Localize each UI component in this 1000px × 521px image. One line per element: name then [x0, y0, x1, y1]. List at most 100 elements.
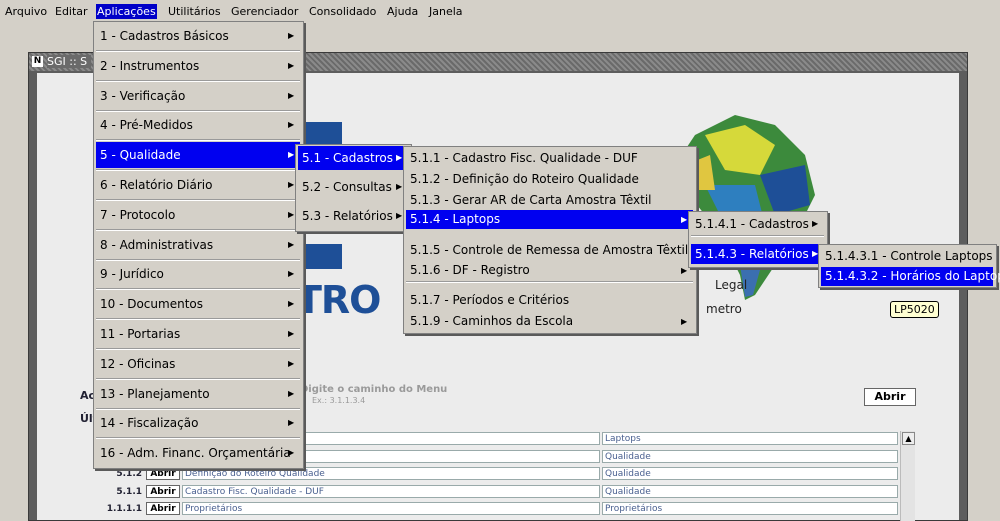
relatorios-menu-item[interactable]: 5.1.4.3.2 - Horários do Laptop — [821, 267, 1000, 286]
relatorios-menu-item[interactable]: 5.1.4.3.1 - Controle Laptops — [821, 247, 993, 266]
qualidade-menu-item-label: 5.2 - Consultas — [302, 180, 392, 194]
cadastros-menu-item-label: 5.1.9 - Caminhos da Escola — [410, 314, 574, 328]
cadastros-menu-item[interactable]: 5.1.2 - Definição do Roteiro Qualidade — [406, 170, 693, 189]
cadastros-menu-item[interactable]: 5.1.4 - Laptops ▶ — [406, 210, 693, 229]
chevron-right-icon: ▶ — [288, 329, 295, 338]
menu-utilitarios[interactable]: Utilitários — [167, 4, 222, 19]
aplicacoes-menu-item[interactable]: 11 - Portarias ▶ — [96, 321, 300, 347]
chevron-right-icon: ▶ — [288, 299, 295, 309]
cadastros-menu-item-label: 5.1.6 - DF - Registro — [410, 263, 530, 277]
aplicacoes-menu-item-label: 12 - Oficinas — [100, 356, 176, 371]
menu-aplicacoes-dropdown: 1 - Cadastros Básicos ▶ 2 - Instrumentos ▶ 3… — [93, 21, 304, 469]
chevron-right-icon: ▶ — [288, 448, 295, 458]
aplicacoes-menu-item[interactable]: 9 - Jurídico ▶ — [96, 261, 300, 287]
menu-aplicacoes[interactable]: Aplicações — [96, 4, 157, 19]
row-abrir-button[interactable]: Abrir — [146, 484, 180, 498]
qualidade-menu-item-label: 5.1 - Cadastros — [302, 151, 393, 165]
scrollbar[interactable]: ▲ — [900, 431, 915, 521]
aplicacoes-menu-item[interactable]: 12 - Oficinas ▶ — [96, 351, 300, 377]
chevron-right-icon: ▶ — [288, 209, 295, 219]
chevron-right-icon: ▶ — [681, 317, 688, 326]
cadastros-menu-item[interactable]: 5.1.7 - Períodos e Critérios — [406, 291, 693, 310]
laptops-menu-item[interactable]: 5.1.4.1 - Cadastros ▶ — [691, 214, 824, 234]
cadastros-menu-item[interactable]: 5.1.3 - Gerar AR de Carta Amostra Têxtil — [406, 191, 693, 210]
menu-bar: Arquivo Editar Aplicações Utilitários Ge… — [0, 0, 1000, 22]
table-row: 5.1.2 Abrir Definição do Roteiro Qualidade… — [0, 467, 1000, 481]
row-name: Proprietários — [182, 502, 600, 515]
menu-separator — [691, 235, 824, 237]
chevron-right-icon: ▶ — [288, 90, 295, 100]
brand-metro-text: metro — [706, 302, 742, 316]
aplicacoes-menu-item[interactable]: 8 - Administrativas ▶ — [96, 232, 300, 258]
cadastros-menu-item[interactable]: 5.1.9 - Caminhos da Escola ▶ — [406, 312, 693, 331]
cadastros-menu-item[interactable]: 5.1.6 - DF - Registro ▶ — [406, 261, 693, 280]
chevron-right-icon: ▶ — [288, 31, 295, 40]
aplicacoes-menu-item-label: 3 - Verificação — [100, 88, 186, 103]
menu-ajuda[interactable]: Ajuda — [386, 4, 419, 19]
aplicacoes-menu-item[interactable]: 5 - Qualidade ▶ — [96, 142, 300, 169]
aplicacoes-menu-item[interactable]: 2 - Instrumentos ▶ — [96, 53, 300, 79]
aplicacoes-menu-item[interactable]: 7 - Protocolo ▶ — [96, 202, 300, 228]
aplicacoes-menu-item-label: 16 - Adm. Financ. Orçamentária — [100, 446, 291, 461]
brand-legal-text: Legal — [715, 278, 748, 292]
aplicacoes-menu-item-label: 14 - Fiscalização — [100, 416, 199, 431]
menu-arquivo[interactable]: Arquivo — [4, 4, 48, 19]
chevron-right-icon: ▶ — [288, 239, 295, 249]
scroll-up-icon[interactable]: ▲ — [902, 432, 915, 445]
cadastros-menu-item-label: 5.1.7 - Períodos e Critérios — [410, 293, 570, 307]
row-module: Laptops — [602, 432, 898, 445]
row-module: Qualidade — [602, 467, 898, 480]
qualidade-menu-item-label: 5.3 - Relatórios — [302, 209, 393, 223]
chevron-right-icon: ▶ — [288, 269, 295, 279]
window-title: SGI :: S — [47, 55, 92, 68]
menu-path-input[interactable] — [298, 384, 472, 408]
aplicacoes-menu-item-label: 4 - Pré-Medidos — [100, 118, 193, 133]
relatorios-menu-item-label: 5.1.4.3.1 - Controle Laptops — [825, 249, 993, 263]
chevron-right-icon: ▶ — [288, 60, 295, 70]
menu-cadastros: 5.1.1 - Cadastro Fisc. Qualidade - DUF 5.… — [403, 146, 697, 334]
aplicacoes-menu-item[interactable]: 13 - Planejamento ▶ — [96, 381, 300, 407]
menu-janela[interactable]: Janela — [428, 4, 464, 19]
menu-separator — [96, 258, 300, 261]
menu-separator — [96, 199, 300, 201]
logo-block-bottom — [300, 244, 342, 269]
menu-gerenciador[interactable]: Gerenciador — [230, 4, 299, 19]
aplicacoes-menu-item[interactable]: 4 - Pré-Medidos ▶ — [96, 112, 300, 138]
cadastros-menu-item[interactable]: 5.1.5 - Controle de Remessa de Amostra T… — [406, 241, 693, 260]
row-code: 1.1.1.1 — [106, 504, 142, 514]
aplicacoes-menu-item[interactable]: 6 - Relatório Diário ▶ — [96, 172, 300, 198]
qualidade-menu-item[interactable]: 5.1 - Cadastros ▶ — [298, 146, 408, 170]
row-name: Cadastro Fisc. Qualidade - DUF — [182, 484, 600, 498]
aplicacoes-menu-item-label: 9 - Jurídico — [100, 267, 164, 282]
menu-separator — [96, 288, 300, 291]
row-module: Proprietários — [602, 502, 898, 515]
qualidade-menu-item[interactable]: 5.2 - Consultas ▶ — [298, 175, 408, 199]
aplicacoes-menu-item-label: 13 - Planejamento — [100, 386, 210, 401]
menu-separator — [96, 50, 300, 52]
aplicacoes-menu-item[interactable]: 1 - Cadastros Básicos ▶ — [96, 23, 300, 49]
row-code: 5.1.1 — [116, 486, 142, 497]
aplicacoes-menu-item[interactable]: 16 - Adm. Financ. Orçamentária ▶ — [96, 440, 300, 466]
menu-consolidado[interactable]: Consolidado — [308, 4, 377, 19]
chevron-right-icon: ▶ — [288, 180, 295, 189]
chevron-right-icon: ▶ — [288, 388, 295, 398]
aplicacoes-menu-item[interactable]: 14 - Fiscalização ▶ — [96, 410, 300, 436]
row-module: Qualidade — [602, 484, 898, 498]
aplicacoes-menu-item[interactable]: 3 - Verificação ▶ — [96, 83, 300, 109]
cadastros-menu-item[interactable]: 5.1.1 - Cadastro Fisc. Qualidade - DUF — [406, 149, 693, 168]
cadastros-menu-item-label: 5.1.3 - Gerar AR de Carta Amostra Têxtil — [410, 193, 652, 207]
laptops-menu-item[interactable]: 5.1.4.3 - Relatórios ▶ — [691, 244, 824, 264]
abrir-button[interactable]: Abrir — [864, 388, 916, 406]
aplicacoes-menu-item[interactable]: 10 - Documentos ▶ — [96, 291, 300, 317]
aplicacoes-menu-item-label: 11 - Portarias — [100, 327, 181, 341]
qualidade-menu-item[interactable]: 5.3 - Relatórios ▶ — [298, 204, 408, 228]
menu-separator — [96, 169, 300, 172]
menu-editar[interactable]: Editar — [54, 4, 89, 19]
menu-separator — [96, 377, 300, 380]
menu-separator — [96, 79, 300, 82]
menu-relatorios: 5.1.4.3.1 - Controle Laptops 5.1.4.3.2 - … — [818, 244, 1000, 288]
cadastros-menu-item-label: 5.1.4 - Laptops — [410, 212, 501, 226]
row-abrir-button[interactable]: Abrir — [146, 502, 180, 515]
menu-separator — [406, 281, 693, 283]
table-row: 5.1.1 Abrir Cadastro Fisc. Qualidade - DUF… — [0, 484, 1000, 499]
